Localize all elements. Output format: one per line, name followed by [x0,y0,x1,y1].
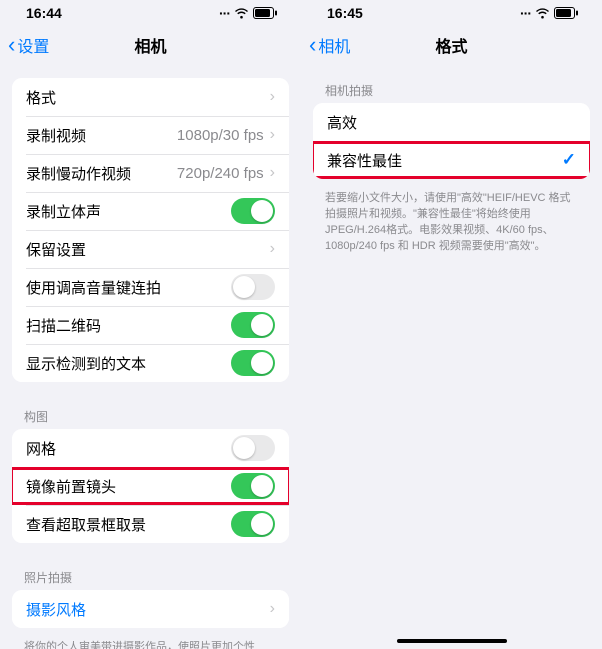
wifi-icon [535,8,550,19]
main-row-3[interactable]: 录制立体声 [12,192,289,230]
status-time: 16:44 [26,5,62,21]
row-label: 兼容性最佳 [327,150,562,171]
wifi-icon [234,8,249,19]
status-indicators [219,5,277,21]
composition-row-0[interactable]: 网格 [12,429,289,467]
row-label: 显示检测到的文本 [26,353,231,374]
status-time: 16:45 [327,5,363,21]
row-label: 格式 [26,87,270,108]
row-label: 网格 [26,438,231,459]
main-row-7[interactable]: 显示检测到的文本 [12,344,289,382]
main-row-6[interactable]: 扫描二维码 [12,306,289,344]
battery-icon [554,7,578,19]
toggle-knob [251,352,273,374]
row-label: 扫描二维码 [26,315,231,336]
row-label: 录制立体声 [26,201,231,222]
section-header-photo-capture: 照片拍摄 [0,565,301,590]
formats-row-1[interactable]: 兼容性最佳✓ [313,141,590,179]
toggle-switch[interactable] [231,350,275,376]
composition-row-1[interactable]: 镜像前置镜头 [12,467,289,505]
nav-bar: ‹ 相机 格式 [301,26,602,64]
chevron-right-icon: › [270,126,275,144]
settings-group-composition: 网格镜像前置镜头查看超取景框取景 [12,429,289,543]
chevron-right-icon: › [270,240,275,258]
settings-content: 相机拍摄 高效兼容性最佳✓ 若要缩小文件大小，请使用"高效"HEIF/HEVC … [301,64,602,649]
section-header-composition: 构图 [0,404,301,429]
row-label: 录制视频 [26,125,177,146]
row-label: 保留设置 [26,239,270,260]
toggle-switch[interactable] [231,312,275,338]
row-label: 使用调高音量键连拍 [26,277,231,298]
toggle-knob [251,513,273,535]
row-label: 录制慢动作视频 [26,163,177,184]
toggle-knob [233,437,255,459]
toggle-knob [251,200,273,222]
toggle-switch[interactable] [231,274,275,300]
main-row-1[interactable]: 录制视频1080p/30 fps › [12,116,289,154]
toggle-switch[interactable] [231,511,275,537]
cellular-icon [520,5,531,21]
row-label: 摄影风格 [26,599,270,620]
status-bar: 16:44 [0,0,301,26]
toggle-switch[interactable] [231,473,275,499]
toggle-knob [251,475,273,497]
toggle-switch[interactable] [231,198,275,224]
nav-bar: ‹ 设置 相机 [0,26,301,64]
formats-row-0[interactable]: 高效 [313,103,590,141]
check-icon: ✓ [562,150,576,170]
cellular-icon [219,5,230,21]
photo-capture-row-0[interactable]: 摄影风格› [12,590,289,628]
home-indicator[interactable] [397,639,507,643]
main-row-4[interactable]: 保留设置› [12,230,289,268]
row-label: 查看超取景框取景 [26,514,231,535]
settings-content: 格式›录制视频1080p/30 fps›录制慢动作视频720p/240 fps›… [0,64,301,649]
main-row-5[interactable]: 使用调高音量键连拍 [12,268,289,306]
phone-formats-settings: 16:45 ‹ 相机 格式 相机拍摄 高效兼容性最佳✓ 若要缩小文件大小，请使用… [301,0,602,649]
toggle-knob [233,276,255,298]
section-footer-photo-capture: 将你的个人审美带进摄影作品，使照片更加个性化。"摄影风格"使用先进的场景理解技术… [0,634,301,649]
settings-group-formats: 高效兼容性最佳✓ [313,103,590,179]
phone-camera-settings: 16:44 ‹ 设置 相机 格式›录制视频1080p/30 fps›录制慢动作视… [0,0,301,649]
toggle-switch[interactable] [231,435,275,461]
section-header-camera-capture: 相机拍摄 [301,78,602,103]
row-detail: 1080p/30 fps [177,127,264,144]
row-detail: 720p/240 fps [177,165,264,182]
chevron-right-icon: › [270,164,275,182]
toggle-knob [251,314,273,336]
battery-icon [253,7,277,19]
chevron-right-icon: › [270,88,275,106]
nav-title: 格式 [301,33,602,57]
composition-row-2[interactable]: 查看超取景框取景 [12,505,289,543]
settings-group-photo-capture: 摄影风格› [12,590,289,628]
row-label: 高效 [327,112,576,133]
row-label: 镜像前置镜头 [26,476,231,497]
main-row-0[interactable]: 格式› [12,78,289,116]
nav-title: 相机 [0,33,301,57]
status-bar: 16:45 [301,0,602,26]
main-row-2[interactable]: 录制慢动作视频720p/240 fps › [12,154,289,192]
status-indicators [520,5,578,21]
settings-group-main: 格式›录制视频1080p/30 fps›录制慢动作视频720p/240 fps›… [12,78,289,382]
chevron-right-icon: › [270,600,275,618]
section-footer-formats: 若要缩小文件大小，请使用"高效"HEIF/HEVC 格式拍摄照片和视频。"兼容性… [301,185,602,265]
